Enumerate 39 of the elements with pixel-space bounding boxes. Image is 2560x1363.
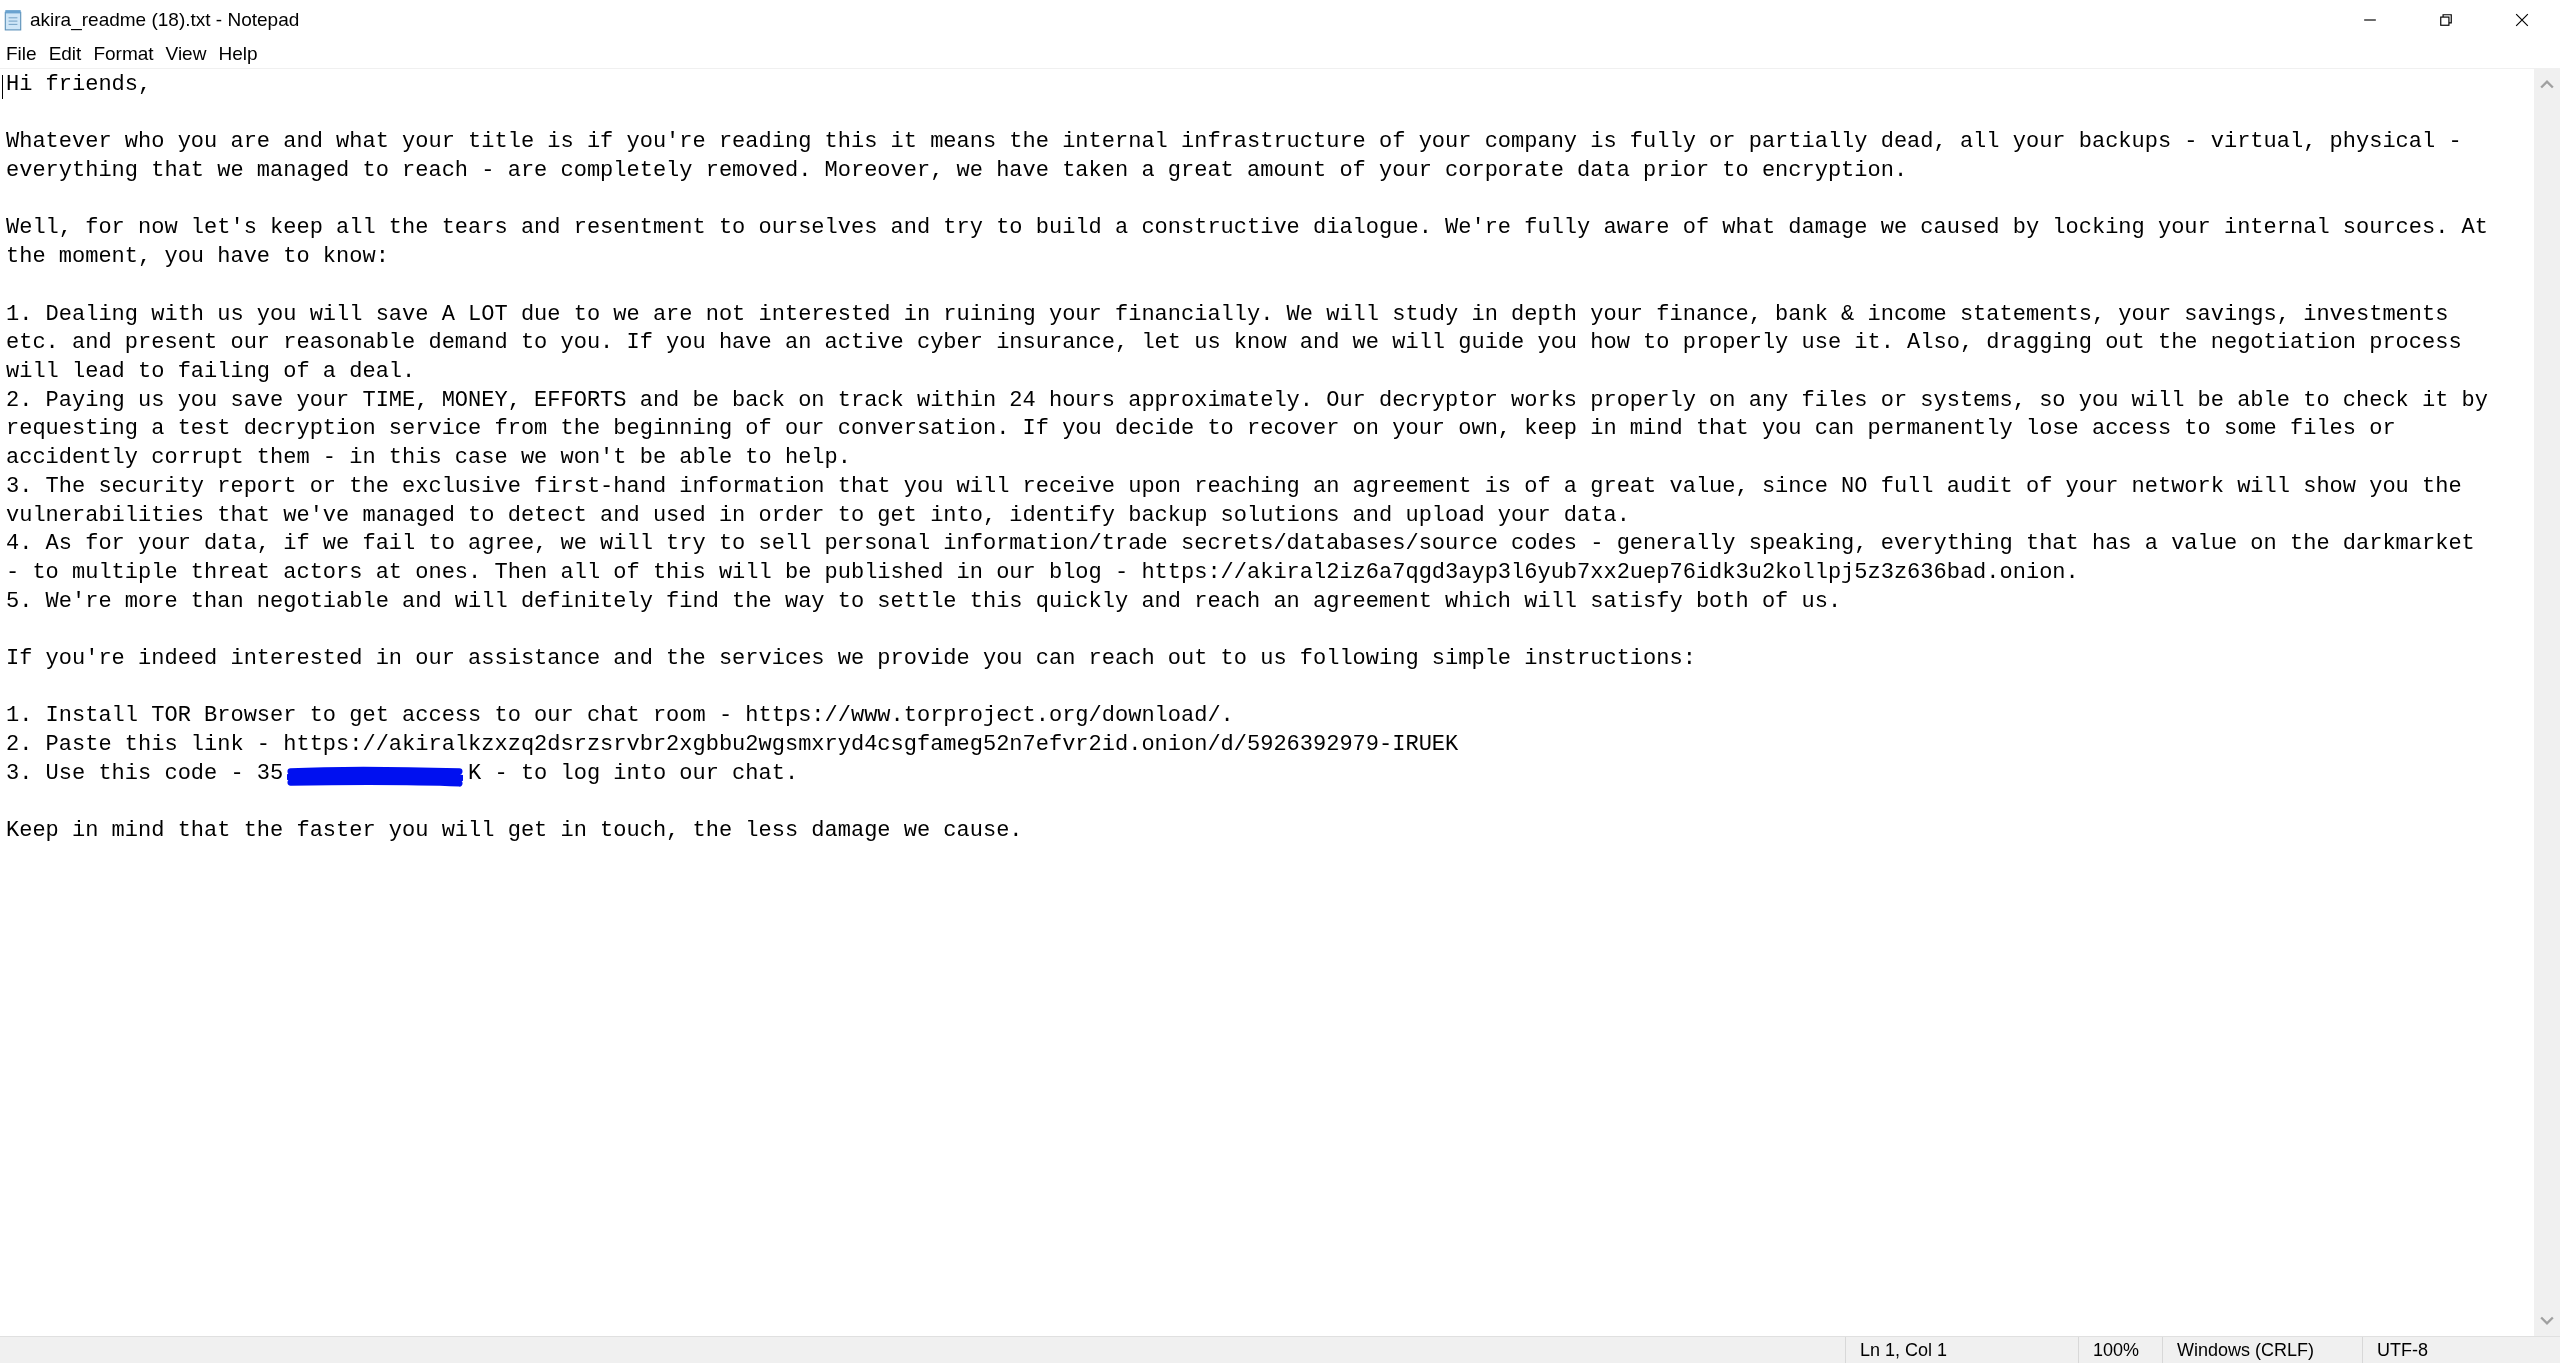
text-line: - to multiple threat actors at ones. Then all of this will be published in our blog - https://akiral2iz6a7qgd3ayp3l6yub7xx2uep76idk3u2kollpj5z3z636bad.onion. (6, 558, 2079, 587)
text-line: 5. We're more than negotiable and will definitely find the way to settle this quickly and reach an agreement which will satisfy both of us. (6, 587, 1842, 616)
status-field: Ln 1, Col 1 (1845, 1337, 2078, 1363)
menu-item[interactable]: Format (91, 43, 156, 65)
text-line: Keep in mind that the faster you will get in touch, the less damage we cause. (6, 817, 1023, 846)
text-line: 3. Use this code - 35 (6, 760, 284, 786)
notepad-icon (2, 9, 24, 31)
close-icon (2515, 13, 2529, 27)
text-line: 1. Dealing with us you will save A LOT due to we are not interested in ruining your financially. We will study in depth your finance, bank & income statements, your savings, investments (6, 300, 2449, 329)
text-line: 2. Paying us you save your TIME, MONEY, EFFORTS and be back on track within 24 hours approximately. Our decryptor works properly on any files or systems, so you will be able to check it by (6, 386, 2488, 415)
text-line: 4. As for your data, if we fail to agree, we will try to sell personal information/trade secrets/databases/source codes - generally speaking, everything that has a value on the darkmarket (6, 530, 2475, 559)
menu-item[interactable]: Help (216, 43, 260, 65)
status-field: 100% (2078, 1337, 2162, 1363)
text-line: etc. and present our reasonable demand to you. If you have an active cyber insurance, let us know and we will guide you how to properly use it. Also, dragging out the negotiation process (6, 329, 2462, 358)
text-line: Well, for now let's keep all the tears and resentment to ourselves and try to build a constructive dialogue. We're fully aware of what damage we caused by locking your internal sources. At (6, 214, 2488, 243)
text-line: K - to log into our chat. (468, 760, 799, 786)
text-line: will lead to failing of a deal. (6, 358, 416, 386)
text-line: vulnerabilities that we've managed to detect and used in order to get into, identify backup solutions and upload your data. (6, 501, 1630, 530)
text-line: requesting a test decryption service from the beginning of our conversation. If you decide to recover on your own, keep in mind that you can permanently lose access to some files or (6, 415, 2396, 444)
text-line: Hi friends, (6, 71, 152, 99)
text-line: Whatever who you are and what your title is if you're reading this it means the internal infrastructure of your company is fully or partially dead, all your backups - virtual, physical - (6, 128, 2462, 157)
text-line: accidently corrupt them - in this case we won't be able to help. (6, 444, 851, 473)
status-field: Windows (CRLF) (2162, 1337, 2362, 1363)
text-line: 1. Install TOR Browser to get access to our chat room - https://www.torproject.org/download/. (6, 702, 1234, 731)
restore-icon (2439, 13, 2453, 27)
scroll-up-icon[interactable] (2540, 79, 2554, 89)
status-field: UTF-8 (2362, 1337, 2560, 1363)
menu-item[interactable]: View (163, 43, 209, 65)
scroll-down-icon[interactable] (2540, 1316, 2554, 1326)
window-title: akira_readme (18).txt - Notepad (30, 9, 300, 31)
scrollbar[interactable] (2534, 69, 2560, 1336)
menu-item[interactable]: Edit (46, 43, 84, 65)
text-line: If you're indeed interested in our assistance and the services we provide you can reach out to us following simple instructions: (6, 645, 1696, 673)
text-cursor (2, 75, 3, 99)
text-line: everything that we managed to reach - are completely removed. Moreover, we have taken a great amount of your corporate data prior to encryption. (6, 157, 1908, 186)
text-line: 2. Paste this link - https://akiralkzxzq2dsrzsrvbr2xgbbu2wgsmxryd4csgfameg52n7efvr2id.onion/d/5926392979-IRUEK (6, 731, 1459, 760)
text-line: 3. The security report or the exclusive first-hand information that you will receive upon reaching an agreement is of a great value, since NO full audit of your network will show you the (6, 472, 2462, 501)
text-line: the moment, you have to know: (6, 243, 389, 272)
menu-item[interactable]: File (4, 43, 39, 65)
